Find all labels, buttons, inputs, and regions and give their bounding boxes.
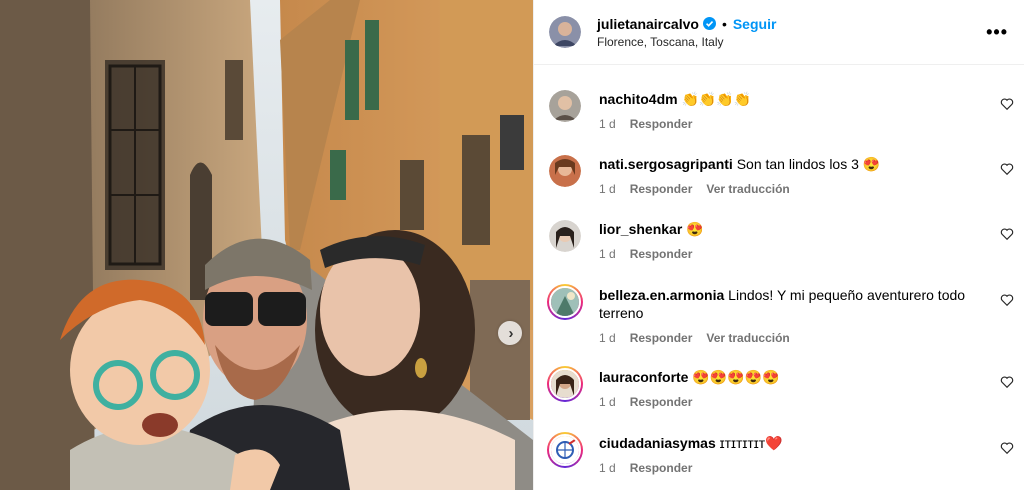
verified-badge-icon [702,17,716,30]
comment-time[interactable]: 1 d [599,182,616,196]
reply-button[interactable]: Responder [630,331,693,345]
comment-username[interactable]: lior_shenkar [599,221,682,237]
post-location[interactable]: Florence, Toscana, Italy [597,35,776,49]
comment-text: 😍 [686,221,704,237]
comment-text: 👏👏👏👏 [681,91,752,107]
chevron-right-icon: › [508,324,514,342]
reply-button[interactable]: Responder [630,461,693,475]
commenter-avatar-story[interactable] [547,366,583,402]
author-avatar[interactable] [549,16,581,48]
heart-icon[interactable] [1000,227,1014,241]
reply-button[interactable]: Responder [630,395,693,409]
comment-time[interactable]: 1 d [599,247,616,261]
comment-username[interactable]: lauraconforte [599,369,688,385]
comment-username[interactable]: ciudadaniasymas [599,435,716,451]
post-header: julietanaircalvo • Seguir Florence, Tosc… [534,0,1024,65]
commenter-avatar[interactable] [549,220,581,252]
photo-illustration [0,0,533,490]
commenter-avatar-story[interactable] [547,432,583,468]
reply-button[interactable]: Responder [630,247,693,261]
comment-username[interactable]: belleza.en.armonia [599,287,724,303]
heart-icon[interactable] [1000,97,1014,111]
post-photo[interactable]: › [0,0,533,490]
comment-text: ɪᴛɪᴛɪᴛɪᴛ❤️ [719,435,783,451]
comment-username[interactable]: nachito4dm [599,91,678,107]
reply-button[interactable]: Responder [630,182,693,196]
commenter-avatar[interactable] [549,90,581,122]
comment-time[interactable]: 1 d [599,461,616,475]
comment-time[interactable]: 1 d [599,117,616,131]
more-options-icon[interactable]: ••• [986,22,1008,43]
heart-icon[interactable] [1000,441,1014,455]
author-username[interactable]: julietanaircalvo [597,16,699,32]
comment-username[interactable]: nati.sergosagripanti [599,156,733,172]
comment-time[interactable]: 1 d [599,331,616,345]
commenter-avatar-story[interactable] [547,284,583,320]
heart-icon[interactable] [1000,375,1014,389]
reply-button[interactable]: Responder [630,117,693,131]
follow-button[interactable]: Seguir [733,16,777,32]
translate-button[interactable]: Ver traducción [706,331,789,345]
commenter-avatar[interactable] [549,155,581,187]
comment-time[interactable]: 1 d [599,395,616,409]
comment-text: 😍😍😍😍😍 [692,369,780,385]
translate-button[interactable]: Ver traducción [706,182,789,196]
comments-panel: julietanaircalvo • Seguir Florence, Tosc… [533,0,1024,490]
separator-dot: • [721,15,727,32]
next-photo-button[interactable]: › [498,321,522,345]
comment-text: Son tan lindos los 3 😍 [736,156,881,172]
heart-icon[interactable] [1000,162,1014,176]
heart-icon[interactable] [1000,293,1014,307]
